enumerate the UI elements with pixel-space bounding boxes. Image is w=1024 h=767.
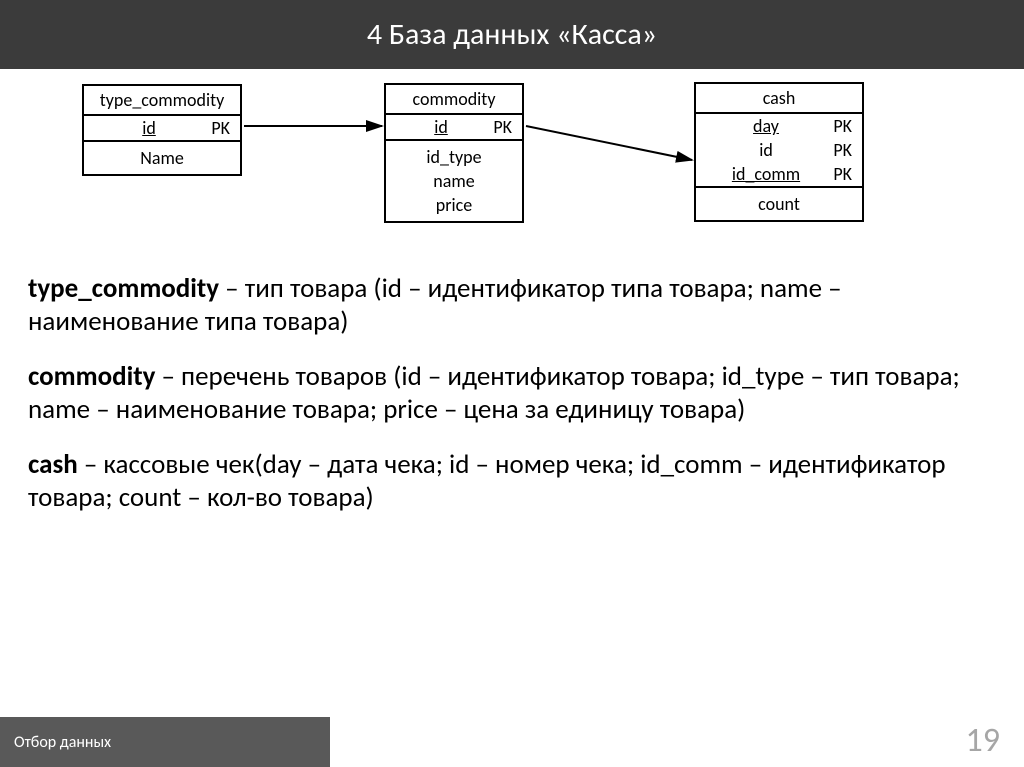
attr: id_type (396, 145, 512, 169)
entity-type-commodity: type_commodity id PK Name (82, 84, 242, 176)
field-key: PK (204, 117, 230, 139)
desc-term: commodity (28, 360, 155, 393)
desc-cash: cash – кассовые чек(day – дата чека; id … (28, 449, 988, 515)
slide: 4 База данных «Касса» type_commodity id … (0, 0, 1024, 767)
field-key: PK (826, 139, 852, 161)
page-number: 19 (966, 720, 1000, 761)
entity-commodity: commodity id PK id_type name price (384, 83, 524, 223)
attr: Name (94, 146, 230, 170)
entity-key-row: id PK (84, 116, 240, 140)
entity-keys: id PK (84, 116, 240, 142)
slide-title-bar: 4 База данных «Касса» (0, 0, 1024, 69)
entity-key-row: id_comm PK (696, 162, 862, 186)
entity-header: commodity (386, 85, 522, 115)
entity-attrs: id_type name price (386, 141, 522, 221)
attr: name (396, 169, 512, 193)
desc-type-commodity: type_commodity – тип товара (id – иденти… (28, 273, 988, 339)
footer-label-box: Отбор данных (0, 717, 330, 767)
desc-text: – кассовые чек(day – дата чека; id – ном… (28, 448, 946, 514)
desc-commodity: commodity – перечень товаров (id – идент… (28, 361, 988, 427)
field-name: id_comm (706, 163, 826, 185)
desc-term: cash (28, 448, 78, 481)
field-name: day (706, 115, 826, 137)
entity-attrs: count (696, 188, 862, 220)
entity-header: type_commodity (84, 86, 240, 116)
descriptions: type_commodity – тип товара (id – иденти… (28, 273, 988, 537)
entity-key-row: day PK (696, 114, 862, 138)
desc-text: – перечень товаров (id – идентификатор т… (28, 360, 960, 426)
field-name: id (396, 116, 486, 138)
footer-label: Отбор данных (14, 733, 111, 752)
footer: Отбор данных 19 (0, 717, 1024, 767)
entity-header: cash (696, 84, 862, 114)
relation-arrow (526, 126, 692, 160)
slide-title: 4 База данных «Касса» (367, 16, 657, 53)
desc-term: type_commodity (28, 272, 219, 305)
attr: price (396, 193, 512, 217)
field-key: PK (486, 116, 512, 138)
field-key: PK (826, 115, 852, 137)
field-name: id (706, 139, 826, 161)
entity-key-row: id PK (696, 138, 862, 162)
entity-keys: day PK id PK id_comm PK (696, 114, 862, 188)
entity-keys: id PK (386, 115, 522, 141)
field-key: PK (826, 163, 852, 185)
entity-attrs: Name (84, 142, 240, 174)
entity-cash: cash day PK id PK id_comm PK count (694, 82, 864, 222)
er-diagram: type_commodity id PK Name commodity id P… (0, 72, 1024, 257)
field-name: id (94, 117, 204, 139)
attr: count (706, 192, 852, 216)
entity-key-row: id PK (386, 115, 522, 139)
